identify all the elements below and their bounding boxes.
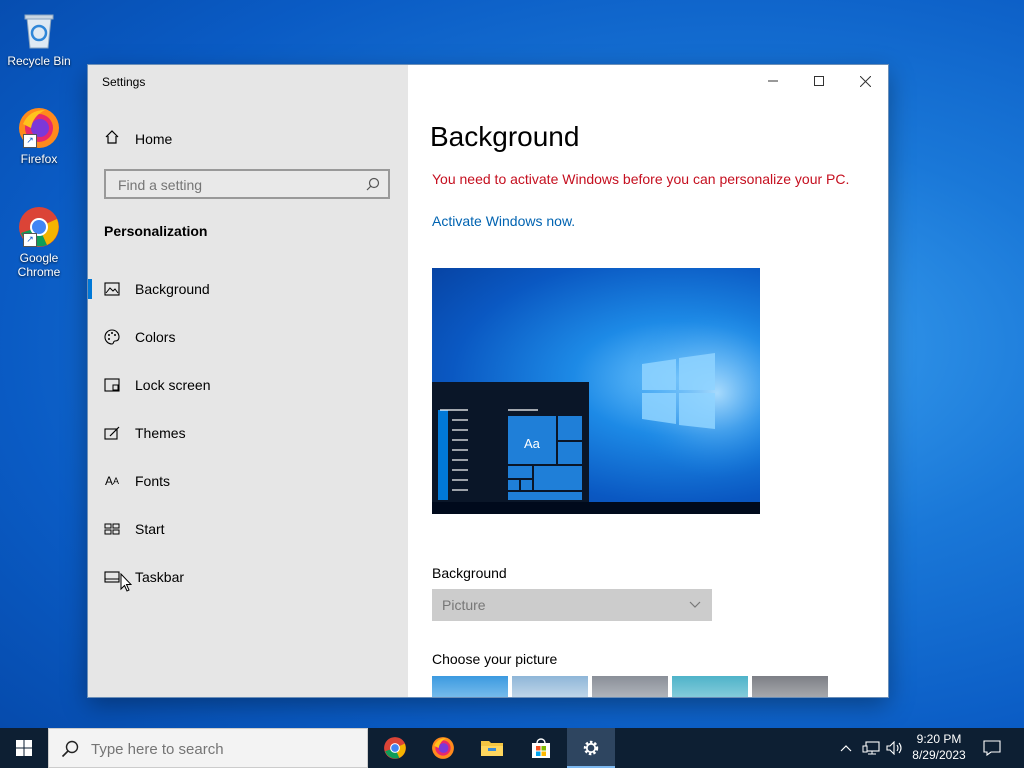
sidebar-item-fonts[interactable]: AA Fonts	[88, 457, 408, 505]
desktop-icon-firefox[interactable]: ↗ Firefox	[6, 106, 72, 166]
sidebar-item-start[interactable]: Start	[88, 505, 408, 553]
sidebar-item-label: Fonts	[135, 473, 171, 489]
speaker-icon	[886, 741, 902, 755]
chrome-icon	[384, 737, 406, 759]
settings-content: Background You need to activate Windows …	[408, 65, 888, 697]
dropdown-value: Picture	[442, 597, 486, 613]
taskbar: 9:20 PM 8/29/2023	[0, 728, 1024, 768]
chevron-down-icon	[689, 601, 701, 608]
sidebar-item-label: Home	[135, 130, 173, 147]
picture-thumbnails	[432, 676, 828, 697]
taskbar-icon	[104, 569, 120, 585]
shortcut-arrow-icon: ↗	[23, 233, 37, 247]
taskbar-app-store[interactable]	[517, 728, 565, 768]
gear-icon	[583, 740, 599, 756]
themes-icon	[104, 425, 120, 441]
desktop-icon-label: Firefox	[20, 152, 58, 166]
home-icon	[104, 129, 120, 148]
find-setting-search[interactable]	[104, 169, 390, 199]
sidebar-item-home[interactable]: Home	[104, 129, 172, 148]
sidebar-item-label: Taskbar	[135, 569, 185, 585]
taskbar-search-box[interactable]	[48, 728, 368, 768]
find-setting-input[interactable]	[116, 176, 360, 194]
picture-thumbnail[interactable]	[672, 676, 748, 697]
recycle-bin-icon	[17, 8, 61, 52]
desktop-icon-google-chrome[interactable]: ↗ Google Chrome	[6, 205, 72, 279]
windows-logo-icon	[16, 740, 32, 756]
taskbar-clock[interactable]: 9:20 PM 8/29/2023	[906, 731, 972, 763]
chrome-icon: ↗	[17, 205, 61, 249]
clock-date: 8/29/2023	[912, 748, 966, 762]
sidebar-item-label: Lock screen	[135, 377, 211, 393]
choose-picture-label: Choose your picture	[432, 651, 558, 667]
store-icon	[532, 738, 550, 758]
background-preview: Aa	[432, 268, 760, 514]
fonts-icon: AA	[104, 474, 120, 488]
taskbar-app-settings[interactable]	[567, 728, 615, 768]
clock-time: 9:20 PM	[916, 732, 962, 746]
folder-icon	[481, 741, 503, 756]
picture-icon	[104, 281, 120, 297]
sidebar-item-label: Background	[135, 281, 210, 297]
mouse-cursor-icon	[120, 573, 132, 592]
firefox-icon	[432, 737, 454, 759]
firefox-icon: ↗	[17, 106, 61, 150]
sidebar-item-colors[interactable]: Colors	[88, 313, 408, 361]
taskbar-app-chrome[interactable]	[371, 728, 419, 768]
sidebar-item-themes[interactable]: Themes	[88, 409, 408, 457]
background-type-label: Background	[432, 565, 507, 581]
search-icon	[61, 740, 79, 763]
show-hidden-icons-button[interactable]	[838, 728, 854, 768]
notification-icon	[983, 740, 1001, 756]
shortcut-arrow-icon: ↗	[23, 134, 37, 148]
network-button[interactable]	[860, 728, 882, 768]
picture-thumbnail[interactable]	[432, 676, 508, 697]
desktop-icon-label: Recycle Bin	[7, 54, 71, 68]
desktop-icon-recycle-bin[interactable]: Recycle Bin	[6, 8, 72, 68]
search-icon	[366, 177, 380, 196]
page-title: Background	[430, 121, 580, 152]
volume-button[interactable]	[884, 728, 906, 768]
preview-tile-text: Aa	[524, 436, 541, 451]
lock-screen-icon	[104, 377, 120, 393]
sidebar-item-background[interactable]: Background	[88, 265, 408, 313]
settings-sidebar: Settings Home Personalization Background	[88, 65, 408, 697]
windows-logo-preview: Aa	[432, 308, 760, 514]
section-title: Personalization	[104, 223, 208, 239]
sidebar-item-taskbar[interactable]: Taskbar	[88, 553, 408, 601]
background-type-dropdown[interactable]: Picture	[432, 589, 712, 621]
taskbar-app-file-explorer[interactable]	[468, 728, 516, 768]
action-center-button[interactable]	[978, 728, 1006, 768]
taskbar-app-firefox[interactable]	[419, 728, 467, 768]
network-icon	[862, 741, 880, 755]
settings-window: Settings Home Personalization Background	[88, 65, 888, 697]
sidebar-item-label: Themes	[135, 425, 186, 441]
sidebar-item-label: Start	[135, 521, 165, 537]
window-title: Settings	[102, 75, 146, 89]
start-icon	[104, 521, 120, 537]
sidebar-item-label: Colors	[135, 329, 176, 345]
taskbar-search-input[interactable]	[89, 740, 353, 759]
start-button[interactable]	[0, 728, 48, 768]
palette-icon	[104, 329, 120, 345]
sidebar-item-lock-screen[interactable]: Lock screen	[88, 361, 408, 409]
desktop-icon-label: Google Chrome	[17, 251, 61, 279]
sidebar-nav: Background Colors Lock screen Themes A A…	[88, 265, 408, 601]
picture-thumbnail[interactable]	[752, 676, 828, 697]
activation-warning: You need to activate Windows before you …	[432, 171, 850, 187]
picture-thumbnail[interactable]	[512, 676, 588, 697]
activate-windows-link[interactable]: Activate Windows now.	[432, 213, 575, 229]
chevron-up-icon	[840, 745, 852, 752]
picture-thumbnail[interactable]	[592, 676, 668, 697]
